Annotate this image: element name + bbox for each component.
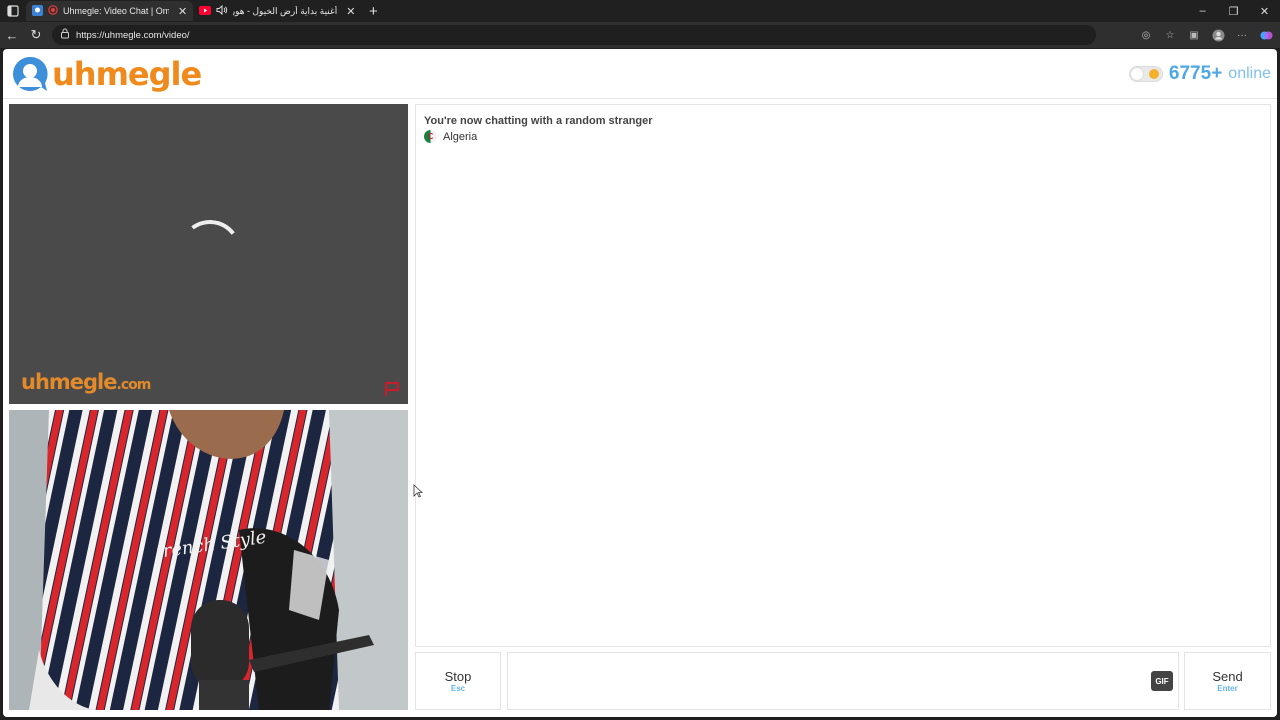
- mouse-cursor-icon: [413, 484, 424, 503]
- self-camera-feed: french Style: [9, 410, 408, 710]
- loading-spinner-icon: [174, 215, 246, 287]
- logo-bubble-icon: [11, 55, 49, 93]
- extensions-icon[interactable]: ◎: [1136, 25, 1156, 45]
- tab-title: Uhmegle: Video Chat | Ome: [63, 6, 169, 16]
- site-header: uhmegle 6775+ online: [3, 49, 1277, 99]
- browser-toolbar: ◎ ☆ ▣ ···: [1136, 25, 1276, 45]
- stop-shortcut: Esc: [450, 684, 466, 693]
- video-watermark: uhmegle.com: [21, 370, 151, 394]
- stranger-video: uhmegle.com: [9, 104, 408, 404]
- new-tab-button[interactable]: +: [361, 3, 385, 20]
- address-bar[interactable]: https://uhmegle.com/video/: [52, 25, 1096, 45]
- tab-uhmegle[interactable]: Uhmegle: Video Chat | Ome ✕: [26, 1, 194, 21]
- theme-toggle[interactable]: [1128, 66, 1163, 82]
- page: uhmegle 6775+ online uhmegle.com french …: [3, 49, 1277, 717]
- profile-icon[interactable]: [1208, 25, 1228, 45]
- send-button[interactable]: Send Enter: [1184, 652, 1271, 710]
- tab-close-icon[interactable]: ✕: [178, 5, 187, 18]
- country-name: Algeria: [443, 130, 478, 143]
- tab-youtube[interactable]: أغنية بداية أرض الخيول - هوري ✕: [193, 1, 361, 21]
- site-info-icon[interactable]: [60, 28, 70, 42]
- window-close-icon[interactable]: ✕: [1249, 0, 1280, 22]
- send-label: Send: [1212, 669, 1243, 684]
- sun-icon: [1148, 69, 1159, 79]
- stop-label: Stop: [444, 669, 472, 684]
- address-bar-row: ← ↻ https://uhmegle.com/video/ ◎ ☆ ▣ ···: [0, 22, 1280, 48]
- report-flag-icon[interactable]: [384, 381, 402, 397]
- youtube-favicon-icon: [199, 5, 212, 17]
- more-options-icon[interactable]: ···: [1232, 25, 1252, 45]
- window-controls: – ❐ ✕: [1187, 0, 1280, 22]
- copilot-icon[interactable]: [1256, 25, 1276, 45]
- gif-button[interactable]: GIF: [1151, 671, 1173, 691]
- tab-close-icon[interactable]: ✕: [346, 5, 355, 18]
- chat-log: You're now chatting with a random strang…: [415, 104, 1271, 647]
- stop-button[interactable]: Stop Esc: [415, 652, 501, 710]
- site-logo[interactable]: uhmegle: [11, 54, 202, 94]
- self-video: french Style: [9, 410, 408, 710]
- logo-text: uhmegle: [52, 55, 202, 93]
- chat-status-message: You're now chatting with a random strang…: [424, 115, 653, 127]
- send-shortcut: Enter: [1217, 684, 1238, 693]
- browser-tab-bar: Uhmegle: Video Chat | Ome ✕ أغنية بداية …: [0, 0, 1280, 22]
- online-label: online: [1228, 65, 1271, 82]
- minimize-icon[interactable]: –: [1187, 0, 1218, 22]
- refresh-icon[interactable]: ↻: [24, 22, 48, 48]
- stranger-country: Algeria: [424, 130, 477, 143]
- collections-icon[interactable]: ▣: [1184, 25, 1204, 45]
- online-indicator: 6775+ online: [1128, 63, 1271, 85]
- recording-icon: [48, 5, 58, 17]
- message-input[interactable]: GIF: [507, 652, 1179, 710]
- tab-title: أغنية بداية أرض الخيول - هوري: [233, 5, 338, 16]
- url-text[interactable]: https://uhmegle.com/video/: [76, 30, 190, 41]
- online-count: 6775+: [1168, 63, 1223, 84]
- toggle-knob: [1130, 68, 1143, 80]
- back-icon[interactable]: ←: [0, 22, 24, 48]
- audio-playing-icon[interactable]: [216, 4, 228, 17]
- restore-icon[interactable]: ❐: [1218, 0, 1249, 22]
- uhmegle-favicon-icon: [32, 4, 43, 18]
- tab-actions-icon[interactable]: [0, 0, 26, 22]
- algeria-flag-icon: [424, 130, 437, 143]
- favorites-icon[interactable]: ☆: [1160, 25, 1180, 45]
